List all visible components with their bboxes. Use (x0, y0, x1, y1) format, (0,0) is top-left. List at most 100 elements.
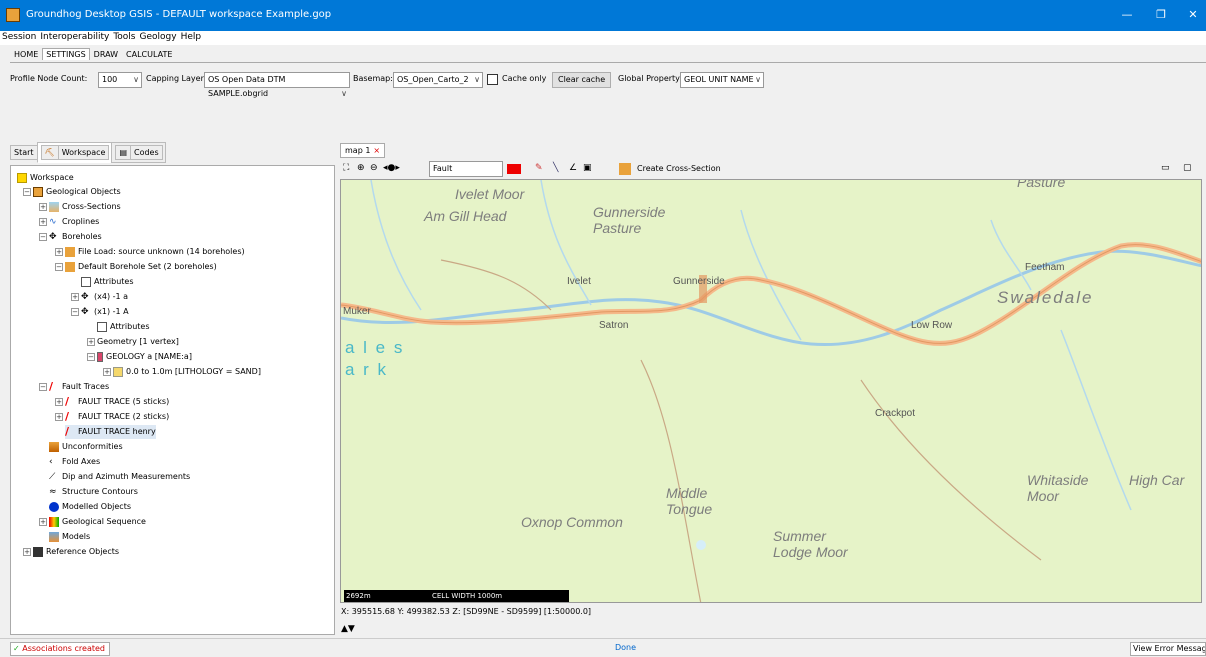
menu-session[interactable]: Session (0, 31, 38, 43)
tree-label: Reference Objects (46, 547, 120, 556)
capping-layer-select[interactable]: OS Open Data DTM SAMPLE.obgrid ∨ (204, 72, 350, 98)
tree-node-geometry[interactable]: Geometry [1 vertex] (97, 335, 179, 349)
attributes-icon (81, 276, 91, 287)
tree-node-attributes-2[interactable]: Attributes (97, 320, 150, 334)
tree-node-structure-contours[interactable]: ≈ Structure Contours (49, 485, 138, 499)
place-satron: Satron (599, 320, 629, 331)
zoom-in-icon[interactable]: ⊕ (357, 163, 365, 173)
tree-node-fold-axes[interactable]: ‹ Fold Axes (49, 455, 100, 469)
menu-interoperability[interactable]: Interoperability (38, 31, 111, 43)
minimize-pane-icon[interactable]: ▭ (1161, 163, 1170, 173)
tree-node-fault-trace-1[interactable]: / FAULT TRACE (5 sticks) (65, 395, 169, 409)
expand-toggle[interactable]: + (39, 203, 47, 211)
tree-node-geology-a[interactable]: GEOLOGY a [NAME:a] (97, 350, 192, 364)
frame-icon[interactable]: ▣ (583, 163, 592, 173)
tree-label: Geometry [1 vertex] (97, 337, 179, 346)
place-low-row: Low Row (911, 320, 953, 331)
zoom-extent-icon[interactable]: ⛶ (343, 163, 349, 173)
tab-start[interactable]: Start (10, 145, 38, 160)
red-flag-icon[interactable] (507, 164, 521, 174)
map-canvas[interactable]: Ivelet Moor Am Gill Head Gunnerside Past… (340, 179, 1202, 603)
menu-bar: Session Interoperability Tools Geology Help (0, 31, 1206, 45)
menu-geology[interactable]: Geology (137, 31, 178, 43)
tree-label: Attributes (94, 277, 134, 286)
collapse-toggle[interactable]: − (39, 383, 47, 391)
map-tab-label: map 1 (345, 146, 371, 155)
expand-arrows-icon[interactable]: ▲▼ (341, 624, 355, 634)
expand-toggle[interactable]: + (103, 368, 111, 376)
cache-only-checkbox[interactable] (487, 74, 498, 85)
global-property-select[interactable]: GEOL UNIT NAME ∨ (680, 72, 764, 88)
close-icon[interactable]: × (373, 146, 380, 155)
profile-node-count-select[interactable]: 100 ∨ (98, 72, 142, 88)
chevron-down-icon: ∨ (341, 89, 347, 98)
create-cross-section-button[interactable]: Create Cross-Section (637, 164, 721, 173)
tree-node-borehole-x4[interactable]: ✥ (x4) -1 a (81, 290, 128, 304)
tab-map-1[interactable]: map 1 × (340, 143, 386, 158)
expand-toggle[interactable]: + (71, 293, 79, 301)
tree-node-geological-objects[interactable]: Geological Objects (33, 185, 121, 199)
expand-toggle[interactable]: + (55, 398, 63, 406)
expand-toggle[interactable]: + (39, 218, 47, 226)
tree-node-croplines[interactable]: ∿ Croplines (49, 215, 99, 229)
expand-toggle[interactable]: + (87, 338, 95, 346)
minimize-button[interactable]: — (1116, 6, 1138, 24)
tab-workspace[interactable]: ⛏ Workspace (36, 142, 113, 163)
tab-draw[interactable]: DRAW (90, 48, 122, 61)
tree-node-attributes[interactable]: Attributes (81, 275, 134, 289)
tab-home[interactable]: HOME (10, 48, 42, 61)
clear-cache-button[interactable]: Clear cache (552, 72, 612, 88)
line-icon[interactable]: ╲ (553, 163, 558, 173)
collapse-toggle[interactable]: − (23, 188, 31, 196)
tree-node-geological-sequence[interactable]: Geological Sequence (49, 515, 146, 529)
expand-toggle[interactable]: + (55, 248, 63, 256)
tree-node-fault-trace-henry[interactable]: / FAULT TRACE henry (65, 425, 156, 439)
create-cross-section-icon[interactable] (619, 163, 631, 175)
tree-node-models[interactable]: Models (49, 530, 90, 544)
place-swaledale: Swaledale (997, 288, 1094, 307)
tree-node-cross-sections[interactable]: Cross-Sections (49, 200, 121, 214)
title-bar: Groundhog Desktop GSIS - DEFAULT workspa… (0, 0, 1206, 31)
view-error-messages-button[interactable]: View Error Messages (1130, 642, 1206, 656)
app-icon (6, 8, 20, 22)
tree-node-reference-objects[interactable]: Reference Objects (33, 545, 119, 559)
tree-node-borehole-x1[interactable]: ✥ (x1) -1 A (81, 305, 129, 319)
tree-node-interval[interactable]: 0.0 to 1.0m [LITHOLOGY = SAND] (113, 365, 261, 379)
menu-tools[interactable]: Tools (111, 31, 137, 43)
fault-input[interactable]: Fault (429, 161, 503, 177)
tree-node-boreholes[interactable]: ✥ Boreholes (49, 230, 102, 244)
tab-codes[interactable]: ▤ Codes (111, 142, 166, 163)
collapse-toggle[interactable]: − (39, 233, 47, 241)
tree-node-dip-azimuth[interactable]: ⟋ Dip and Azimuth Measurements (49, 470, 190, 484)
zoom-out-icon[interactable]: ⊖ (370, 163, 378, 173)
expand-toggle[interactable]: + (39, 518, 47, 526)
pan-icon[interactable]: ◂●▸ (383, 163, 400, 173)
place-summer-lodge-moor: Summer Lodge Moor (773, 528, 848, 560)
tree-node-unconformities[interactable]: Unconformities (49, 440, 123, 454)
status-left-text: Associations created (22, 644, 105, 653)
tab-settings[interactable]: SETTINGS (42, 48, 90, 60)
tab-calculate[interactable]: CALCULATE (122, 48, 176, 61)
tree-node-default-borehole-set[interactable]: Default Borehole Set (2 boreholes) (65, 260, 217, 274)
restore-button[interactable]: ❐ (1150, 6, 1172, 24)
basemap-select[interactable]: OS_Open_Carto_2 ∨ (393, 72, 483, 88)
collapse-toggle[interactable]: − (71, 308, 79, 316)
book-icon: ▤ (115, 145, 131, 160)
collapse-toggle[interactable]: − (55, 263, 63, 271)
pencil-icon[interactable]: ✎ (535, 163, 543, 173)
maximize-pane-icon[interactable]: ▢ (1183, 163, 1192, 173)
left-tabs: Start ⛏ Workspace ▤ Codes (10, 142, 166, 163)
tree-node-file-load[interactable]: File Load: source unknown (14 boreholes) (65, 245, 245, 259)
tree-node-workspace[interactable]: Workspace (17, 171, 74, 185)
tree-node-fault-traces[interactable]: / Fault Traces (49, 380, 109, 394)
expand-toggle[interactable]: + (23, 548, 31, 556)
expand-toggle[interactable]: + (55, 413, 63, 421)
angle-icon[interactable]: ∠ (569, 163, 577, 173)
collapse-toggle[interactable]: − (87, 353, 95, 361)
tree-node-fault-trace-2[interactable]: / FAULT TRACE (2 sticks) (65, 410, 169, 424)
close-button[interactable]: ✕ (1182, 6, 1204, 24)
tree-node-modelled-objects[interactable]: Modelled Objects (49, 500, 131, 514)
menu-help[interactable]: Help (179, 31, 204, 43)
scale-label: 2692m (346, 592, 371, 600)
sand-icon (113, 366, 123, 377)
